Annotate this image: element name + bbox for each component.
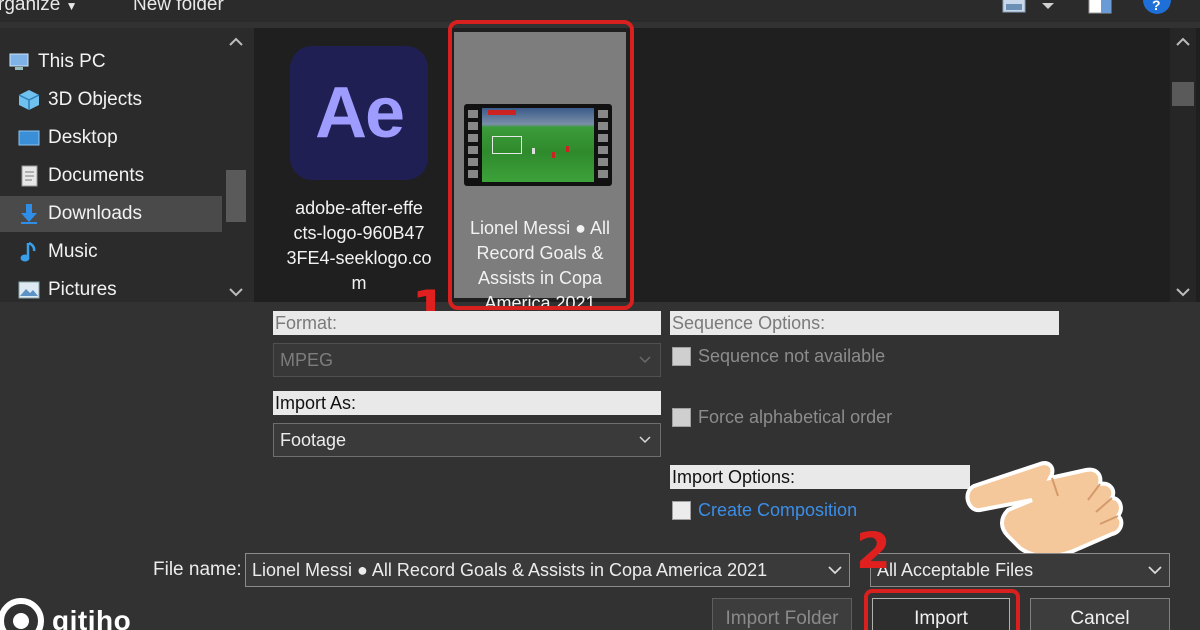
force-alphabetical-checkbox[interactable]: Force alphabetical order [672, 407, 892, 428]
chevron-down-icon[interactable] [827, 555, 843, 595]
ae-logo-text: Ae [314, 73, 405, 153]
file-type-select[interactable]: All Acceptable Files [870, 553, 1170, 587]
import-folder-button[interactable]: Import Folder [712, 598, 852, 630]
format-select: MPEG [273, 343, 661, 377]
gitiho-logo-icon [0, 598, 44, 630]
create-composition-checkbox[interactable]: Create Composition [672, 500, 857, 521]
desktop-icon [16, 127, 42, 149]
navigation-pane: This PC 3D Objects Desktop Documents Dow… [0, 28, 254, 302]
file-name-line: adobe-after-effe [295, 198, 423, 218]
sequence-options-label: Sequence Options: [670, 311, 1059, 335]
file-name-value: Lionel Messi ● All Record Goals & Assist… [252, 560, 768, 580]
sidebar-item-label: Desktop [48, 127, 118, 148]
file-name-label: File name: [153, 559, 242, 580]
sequence-not-available-checkbox: Sequence not available [672, 346, 885, 367]
chevron-down-icon [638, 425, 652, 465]
import-as-value: Footage [280, 430, 347, 450]
checkbox-box [672, 347, 691, 366]
chevron-down-icon[interactable] [1175, 284, 1191, 302]
gitiho-logo: gitiho [0, 598, 131, 630]
chevron-up-icon[interactable] [1175, 34, 1191, 52]
sidebar-item-pictures[interactable]: Pictures [0, 272, 222, 308]
sidebar-item-3d-objects[interactable]: 3D Objects [0, 82, 222, 118]
file-name-input[interactable]: Lionel Messi ● All Record Goals & Assist… [245, 553, 850, 587]
sidebar-item-label: This PC [38, 51, 106, 72]
format-value: MPEG [280, 350, 334, 370]
pictures-icon [16, 279, 42, 301]
file-list-scrollbar[interactable] [1170, 28, 1196, 302]
preview-pane-icon[interactable] [1088, 0, 1112, 19]
cancel-button[interactable]: Cancel [1030, 598, 1170, 630]
checkbox-label: Sequence not available [698, 346, 886, 366]
step-2-marker: 2 [856, 522, 891, 580]
file-name-line: cts-logo-960B47 [293, 223, 425, 243]
gitiho-logo-text: gitiho [52, 605, 132, 630]
file-type-value: All Acceptable Files [877, 560, 1034, 580]
sidebar-item-label: 3D Objects [48, 89, 142, 110]
import-as-select[interactable]: Footage [273, 423, 661, 457]
help-icon[interactable]: ? [1143, 0, 1171, 21]
sidebar-scroll-thumb[interactable] [226, 170, 246, 222]
download-arrow-icon [16, 203, 42, 225]
file-list-scroll-thumb[interactable] [1172, 82, 1194, 106]
sidebar-item-music[interactable]: Music [0, 234, 222, 270]
file-list: Ae adobe-after-effe cts-logo-960B47 3FE4… [254, 28, 1200, 313]
checkbox-label: Force alphabetical order [698, 407, 893, 427]
organize-menu[interactable]: rganize ▼ [0, 0, 78, 16]
create-composition-link[interactable]: Create Composition [698, 500, 857, 521]
cube-icon [16, 89, 42, 111]
sidebar-item-documents[interactable]: Documents [0, 158, 222, 194]
after-effects-logo-icon: Ae [290, 46, 428, 180]
music-note-icon [16, 241, 42, 263]
computer-icon [6, 51, 32, 73]
chevron-down-icon [1147, 555, 1163, 595]
sidebar-item-label: Music [48, 241, 98, 262]
checkbox-box[interactable] [672, 501, 691, 520]
new-folder-button[interactable]: New folder [133, 0, 224, 16]
sidebar-item-label: Pictures [48, 279, 117, 300]
chevron-down-icon[interactable] [228, 284, 244, 302]
import-as-label: Import As: [273, 391, 661, 415]
import-button-highlight [864, 589, 1020, 630]
file-name-line: 3FE4-seeklogo.co [286, 248, 432, 268]
sidebar-scrollbar[interactable] [224, 28, 248, 302]
toolbar: rganize ▼ New folder ? [0, 0, 1200, 22]
sidebar-item-downloads[interactable]: Downloads [0, 196, 222, 232]
documents-icon [16, 165, 42, 187]
view-options-icon[interactable] [1002, 0, 1054, 21]
import-options-label: Import Options: [670, 465, 970, 489]
selection-highlight [448, 20, 634, 310]
organize-label: rganize [0, 0, 61, 15]
sidebar-item-desktop[interactable]: Desktop [0, 120, 222, 156]
chevron-down-icon [638, 345, 652, 385]
sidebar-item-label: Documents [48, 165, 145, 186]
format-label: Format: [273, 311, 661, 335]
sidebar-item-this-pc[interactable]: This PC [0, 44, 222, 80]
chevron-up-icon[interactable] [228, 34, 244, 52]
checkbox-box[interactable] [672, 408, 691, 427]
caret-down-icon: ▼ [65, 0, 78, 13]
sidebar-item-label: Downloads [48, 203, 142, 224]
svg-text:?: ? [1152, 0, 1161, 13]
